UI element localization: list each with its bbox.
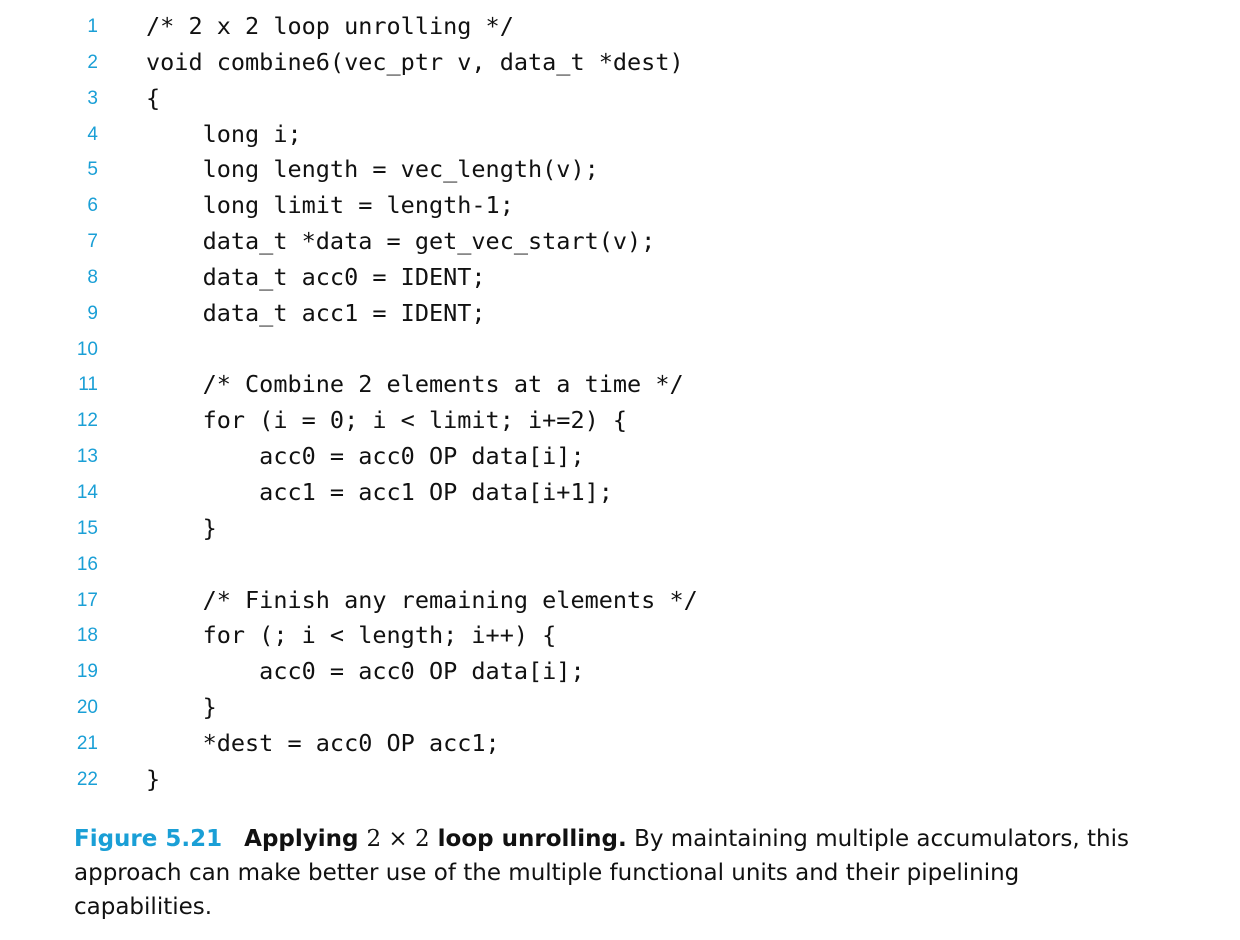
code-line: 22} (0, 763, 1240, 799)
line-code: data_t acc1 = IDENT; (146, 298, 486, 327)
line-number: 5 (87, 159, 98, 181)
line-number: 15 (76, 517, 98, 539)
code-line: 21 *dest = acc0 OP acc1; (0, 727, 1240, 763)
line-code: data_t *data = get_vec_start(v); (146, 227, 656, 256)
code-line: 7 data_t *data = get_vec_start(v); (0, 225, 1240, 261)
line-code: { (146, 83, 161, 112)
line-number: 18 (76, 625, 98, 647)
line-code: long length = vec_length(v); (146, 155, 599, 184)
code-line: 3{ (0, 82, 1240, 118)
code-line: 12 for (i = 0; i < limit; i+=2) { (0, 404, 1240, 440)
code-line: 6 long limit = length-1; (0, 189, 1240, 225)
line-number: 3 (87, 87, 98, 109)
line-code: /* Combine 2 elements at a time */ (146, 370, 684, 399)
line-number: 21 (76, 732, 98, 754)
figure-title-pre: Applying (244, 826, 359, 852)
line-code: /* 2 x 2 loop unrolling */ (146, 12, 514, 40)
line-code: for (i = 0; i < limit; i+=2) { (146, 406, 628, 435)
line-number: 1 (87, 16, 98, 37)
line-number: 10 (76, 338, 98, 360)
line-code: } (146, 764, 161, 793)
line-number: 20 (76, 697, 98, 719)
code-line: 8 data_t acc0 = IDENT; (0, 261, 1240, 297)
code-line: 17 /* Finish any remaining elements */ (0, 584, 1240, 620)
figure-caption: Figure 5.21 Applying 2 × 2 loop unrolling… (74, 822, 1154, 924)
code-line: 9 data_t acc1 = IDENT; (0, 297, 1240, 333)
line-number: 14 (76, 481, 98, 503)
line-code: acc1 = acc1 OP data[i+1]; (146, 477, 613, 506)
code-line: 19 acc0 = acc0 OP data[i]; (0, 655, 1240, 691)
line-number: 12 (76, 410, 98, 432)
line-number: 7 (87, 231, 98, 253)
code-line: 16 (0, 548, 1240, 584)
code-line: 5 long length = vec_length(v); (0, 153, 1240, 189)
code-line: 14 acc1 = acc1 OP data[i+1]; (0, 476, 1240, 512)
line-number: 2 (87, 51, 98, 73)
figure-title-math: 2 × 2 (366, 826, 430, 852)
line-code: void combine6(vec_ptr v, data_t *dest) (146, 47, 684, 76)
code-line: 13 acc0 = acc0 OP data[i]; (0, 440, 1240, 476)
figure-title: Applying 2 × 2 loop unrolling. (244, 826, 627, 852)
code-line: 1 /* 2 x 2 loop unrolling */ (0, 10, 1240, 46)
code-line: 10 (0, 333, 1240, 369)
figure-title-post: loop unrolling. (437, 826, 627, 852)
line-code: } (146, 513, 217, 542)
line-number: 11 (78, 374, 98, 396)
figure-label: Figure 5.21 (74, 826, 223, 852)
line-code: data_t acc0 = IDENT; (146, 262, 486, 291)
line-code: /* Finish any remaining elements */ (146, 585, 698, 614)
line-code: acc0 = acc0 OP data[i]; (146, 657, 585, 686)
line-code: long limit = length-1; (146, 191, 514, 220)
line-number: 13 (76, 446, 98, 468)
line-number: 16 (76, 553, 98, 575)
line-number: 9 (87, 302, 98, 324)
line-number: 19 (76, 661, 98, 683)
line-code: *dest = acc0 OP acc1; (146, 728, 500, 757)
code-line: 2 void combine6(vec_ptr v, data_t *dest) (0, 46, 1240, 82)
code-line: 20 } (0, 691, 1240, 727)
line-number: 8 (87, 266, 98, 288)
line-number: 6 (87, 195, 98, 217)
line-code: } (146, 693, 217, 722)
line-code: long i; (146, 119, 302, 148)
code-line: 15 } (0, 512, 1240, 548)
code-listing: 1 /* 2 x 2 loop unrolling */ 2 void combine… (0, 10, 1240, 799)
code-line: 18 for (; i < length; i++) { (0, 619, 1240, 655)
line-number: 17 (76, 589, 98, 611)
line-code: acc0 = acc0 OP data[i]; (146, 442, 585, 471)
line-number: 4 (87, 123, 98, 145)
line-number: 22 (76, 768, 98, 790)
code-line: 11 /* Combine 2 elements at a time */ (0, 368, 1240, 404)
code-line: 4 long i; (0, 118, 1240, 154)
line-code: for (; i < length; i++) { (146, 621, 557, 650)
